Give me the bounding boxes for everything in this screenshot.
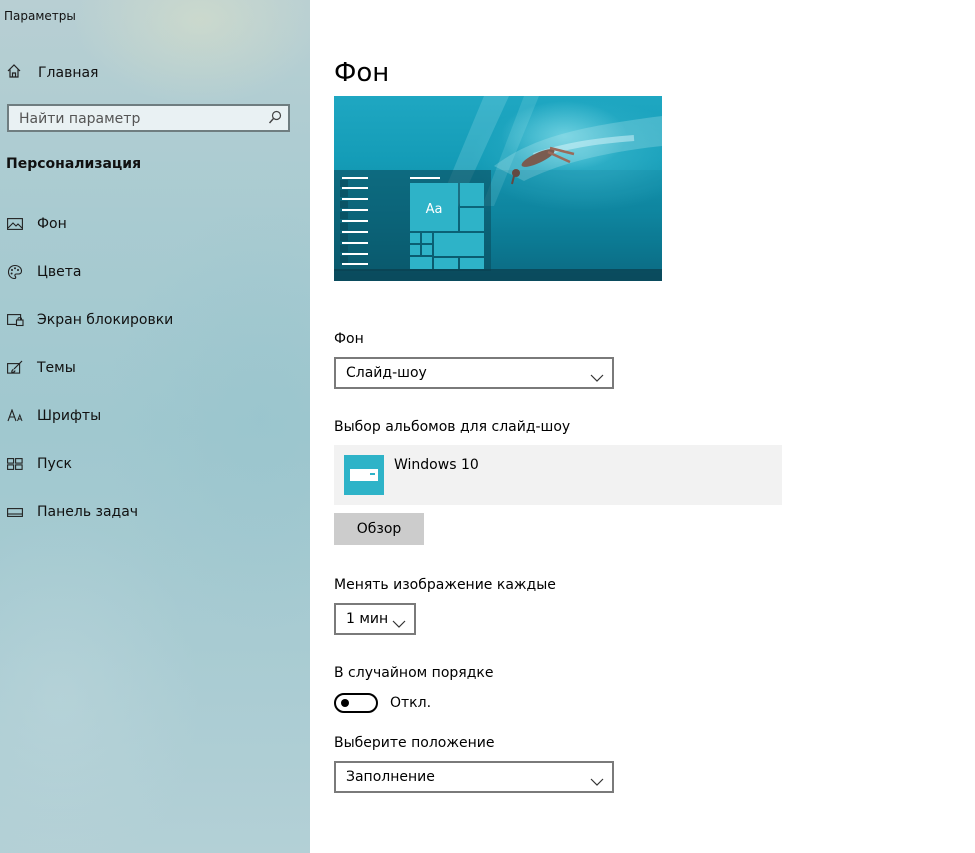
sidebar: Параметры Главная Найти параметр Персона… (0, 0, 310, 853)
preview-tile-text: Aa (426, 202, 443, 217)
shuffle-state: Откл. (390, 695, 432, 711)
sidebar-item-colors[interactable]: Цвета (6, 261, 81, 283)
start-tiles-icon (6, 455, 24, 473)
toggle-knob (341, 699, 349, 707)
sidebar-item-label: Шрифты (37, 408, 102, 424)
home-label: Главная (38, 65, 99, 81)
search-placeholder: Найти параметр (19, 111, 141, 127)
sidebar-item-fonts[interactable]: Шрифты (6, 405, 101, 427)
main-content: Фон Aa Фон Слайд-шоу Выбор альбомов для … (310, 0, 975, 853)
album-name: Windows 10 (394, 457, 479, 473)
sidebar-item-lock-screen[interactable]: Экран блокировки (6, 309, 173, 331)
sidebar-item-themes[interactable]: Темы (6, 357, 76, 379)
chevron-down-icon (590, 368, 604, 387)
search-input[interactable]: Найти параметр (7, 104, 290, 132)
sidebar-item-start[interactable]: Пуск (6, 453, 72, 475)
picture-icon (6, 215, 24, 233)
themes-brush-icon (6, 359, 24, 377)
section-title: Персонализация (6, 156, 142, 172)
background-preview: Aa (334, 96, 662, 281)
dropdown-value: Заполнение (346, 769, 435, 785)
shuffle-label: В случайном порядке (334, 665, 494, 681)
shuffle-toggle[interactable] (334, 693, 378, 713)
home-icon (6, 63, 22, 83)
sidebar-item-background[interactable]: Фон (6, 213, 67, 235)
album-thumbnail (344, 455, 384, 495)
lock-screen-icon (6, 311, 24, 329)
sidebar-item-label: Фон (37, 216, 67, 232)
sidebar-item-label: Панель задач (37, 504, 139, 520)
sidebar-item-label: Пуск (37, 456, 72, 472)
browse-button[interactable]: Обзор (334, 513, 424, 545)
background-type-dropdown[interactable]: Слайд-шоу (334, 357, 614, 389)
fit-label: Выберите положение (334, 735, 495, 751)
sidebar-item-taskbar[interactable]: Панель задач (6, 501, 138, 523)
sidebar-item-label: Цвета (37, 264, 82, 280)
sidebar-item-label: Темы (37, 360, 76, 376)
background-label: Фон (334, 331, 364, 347)
folder-icon (350, 469, 378, 481)
taskbar-icon (6, 503, 24, 521)
interval-label: Менять изображение каждые (334, 577, 556, 593)
sidebar-item-label: Экран блокировки (37, 312, 174, 328)
home-link[interactable]: Главная (6, 62, 98, 84)
dropdown-value: 1 мин (346, 611, 389, 627)
app-title: Параметры (4, 9, 76, 23)
chevron-down-icon (392, 614, 406, 633)
fit-dropdown[interactable]: Заполнение (334, 761, 614, 793)
page-title: Фон (334, 58, 390, 88)
interval-dropdown[interactable]: 1 мин (334, 603, 416, 635)
palette-icon (6, 263, 24, 281)
albums-label: Выбор альбомов для слайд-шоу (334, 419, 571, 435)
album-item[interactable]: Windows 10 (334, 445, 782, 505)
search-icon[interactable] (268, 110, 282, 130)
dropdown-value: Слайд-шоу (346, 365, 427, 381)
fonts-icon (6, 407, 24, 425)
chevron-down-icon (590, 772, 604, 791)
